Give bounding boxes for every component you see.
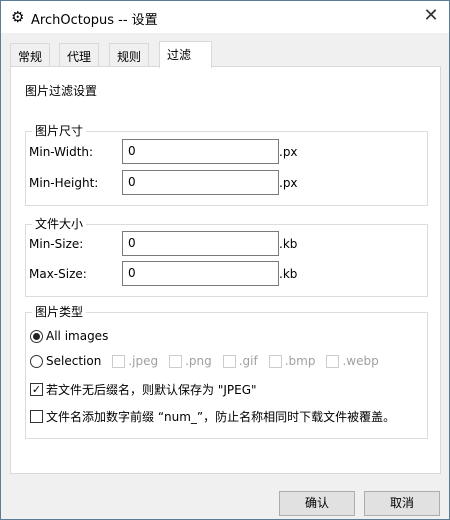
- tab-filter[interactable]: 过滤: [159, 41, 212, 68]
- max-size-input[interactable]: 0: [122, 261, 279, 286]
- selection-label: Selection: [46, 354, 102, 368]
- num-prefix-checkbox[interactable]: [30, 410, 43, 423]
- max-size-label: Max-Size:: [29, 267, 87, 281]
- all-images-label: All images: [46, 329, 109, 343]
- size-group-title: 图片尺寸: [32, 122, 87, 139]
- selection-row: Selection .jpeg .png .gif .bmp .webp: [30, 354, 379, 368]
- min-size-unit: .kb: [279, 237, 298, 251]
- ok-button[interactable]: 确认: [279, 491, 355, 516]
- close-icon[interactable]: ✕: [419, 5, 443, 26]
- panel-heading: 图片过滤设置: [25, 84, 98, 98]
- png-checkbox[interactable]: [169, 354, 183, 368]
- png-label: .png: [185, 354, 212, 368]
- tab-general[interactable]: 常规: [10, 43, 51, 67]
- min-width-input[interactable]: 0: [122, 139, 279, 164]
- gear-icon: ⚙: [11, 8, 25, 26]
- radio-selected[interactable]: [30, 329, 43, 343]
- min-size-input[interactable]: 0: [122, 231, 279, 256]
- tab-proxy[interactable]: 代理: [59, 43, 100, 67]
- selection-radio[interactable]: [30, 354, 43, 368]
- all-images-radio[interactable]: All images: [30, 329, 108, 343]
- default-jpeg-label: 若文件无后缀名，则默认保存为 "JPEG": [46, 383, 257, 397]
- bmp-checkbox[interactable]: [268, 354, 282, 368]
- min-height-input[interactable]: 0: [122, 170, 279, 195]
- webp-checkbox[interactable]: [326, 354, 340, 368]
- window-title: ArchOctopus -- 设置: [31, 13, 158, 28]
- title-bar: ⚙ ArchOctopus -- 设置 ✕: [1, 1, 449, 33]
- image-type-group-title: 图片类型: [32, 303, 87, 320]
- min-width-unit: .px: [279, 145, 298, 159]
- min-height-unit: .px: [279, 176, 298, 190]
- jpeg-label: .jpeg: [128, 354, 159, 368]
- jpeg-checkbox[interactable]: [112, 354, 126, 368]
- gif-checkbox[interactable]: [222, 354, 236, 368]
- min-height-label: Min-Height:: [29, 176, 99, 190]
- min-width-label: Min-Width:: [29, 145, 94, 159]
- filter-panel: 图片过滤设置 图片尺寸 Min-Width: 0 .px Min-Height:…: [10, 66, 441, 474]
- num-prefix-label: 文件名添加数字前缀 “num_”，防止名称相同时下载文件被覆盖。: [46, 410, 396, 424]
- file-size-group-title: 文件大小: [32, 215, 87, 232]
- gif-label: .gif: [238, 354, 258, 368]
- tab-rules[interactable]: 规则: [109, 43, 150, 67]
- max-size-unit: .kb: [279, 267, 298, 281]
- webp-label: .webp: [342, 354, 379, 368]
- min-size-label: Min-Size:: [29, 237, 84, 251]
- default-jpeg-checkbox[interactable]: ✓: [30, 383, 43, 396]
- cancel-button[interactable]: 取消: [364, 491, 440, 516]
- bmp-label: .bmp: [284, 354, 316, 368]
- num-prefix-option[interactable]: 文件名添加数字前缀 “num_”，防止名称相同时下载文件被覆盖。: [30, 408, 395, 425]
- default-jpeg-option[interactable]: ✓ 若文件无后缀名，则默认保存为 "JPEG": [30, 381, 257, 398]
